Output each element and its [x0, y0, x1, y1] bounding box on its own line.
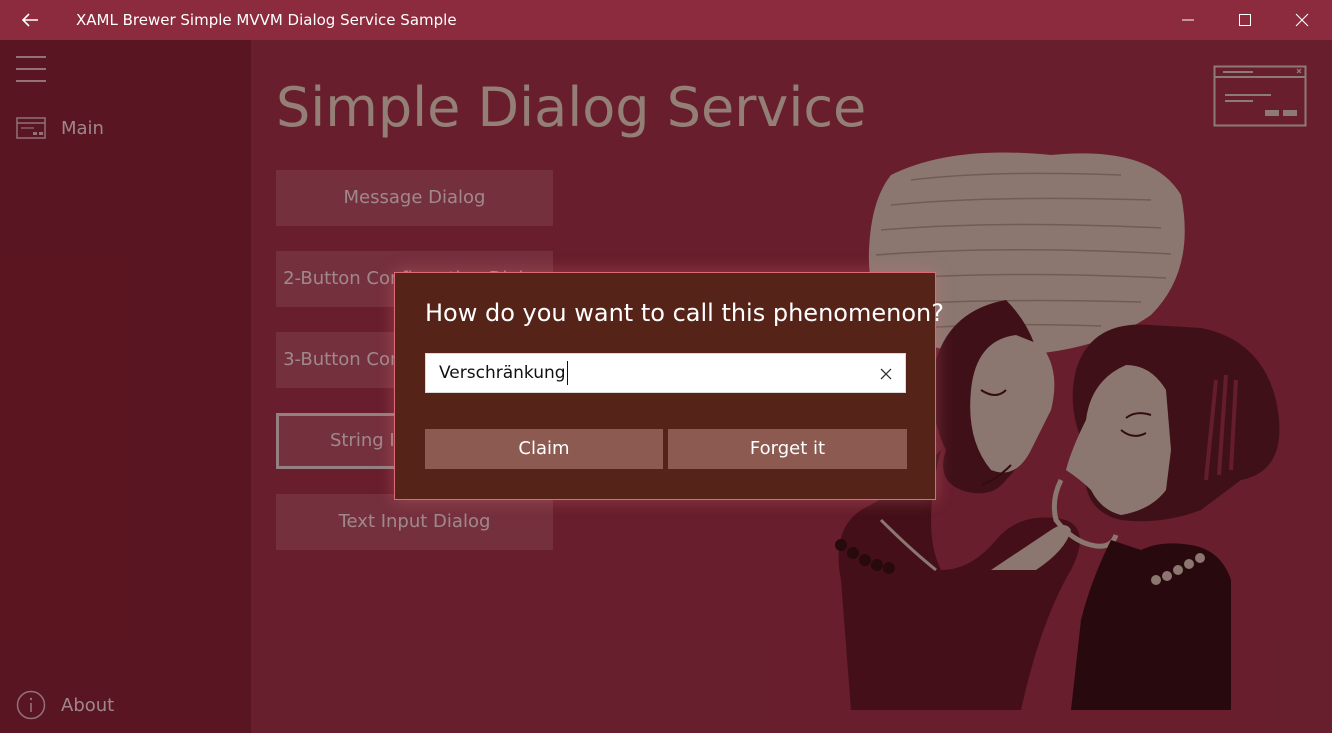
dialog-title: How do you want to call this phenomenon? [425, 299, 944, 327]
input-value: Verschränkung [439, 361, 568, 385]
string-input-dialog: How do you want to call this phenomenon?… [394, 272, 944, 500]
close-icon [1295, 13, 1309, 27]
title-bar: XAML Brewer Simple MVVM Dialog Service S… [0, 0, 1332, 40]
back-button[interactable] [14, 6, 46, 34]
back-arrow-icon [21, 13, 38, 27]
clear-icon[interactable] [875, 363, 897, 385]
minimize-icon [1182, 19, 1194, 21]
minimize-button[interactable] [1160, 0, 1216, 40]
forget-it-button[interactable]: Forget it [668, 429, 907, 469]
window-title: XAML Brewer Simple MVVM Dialog Service S… [76, 11, 457, 29]
dialog-text-input[interactable]: Verschränkung [425, 353, 906, 393]
claim-button[interactable]: Claim [425, 429, 663, 469]
close-button[interactable] [1274, 0, 1330, 40]
maximize-icon [1239, 14, 1251, 26]
text-caret [566, 361, 568, 385]
maximize-button[interactable] [1217, 0, 1273, 40]
